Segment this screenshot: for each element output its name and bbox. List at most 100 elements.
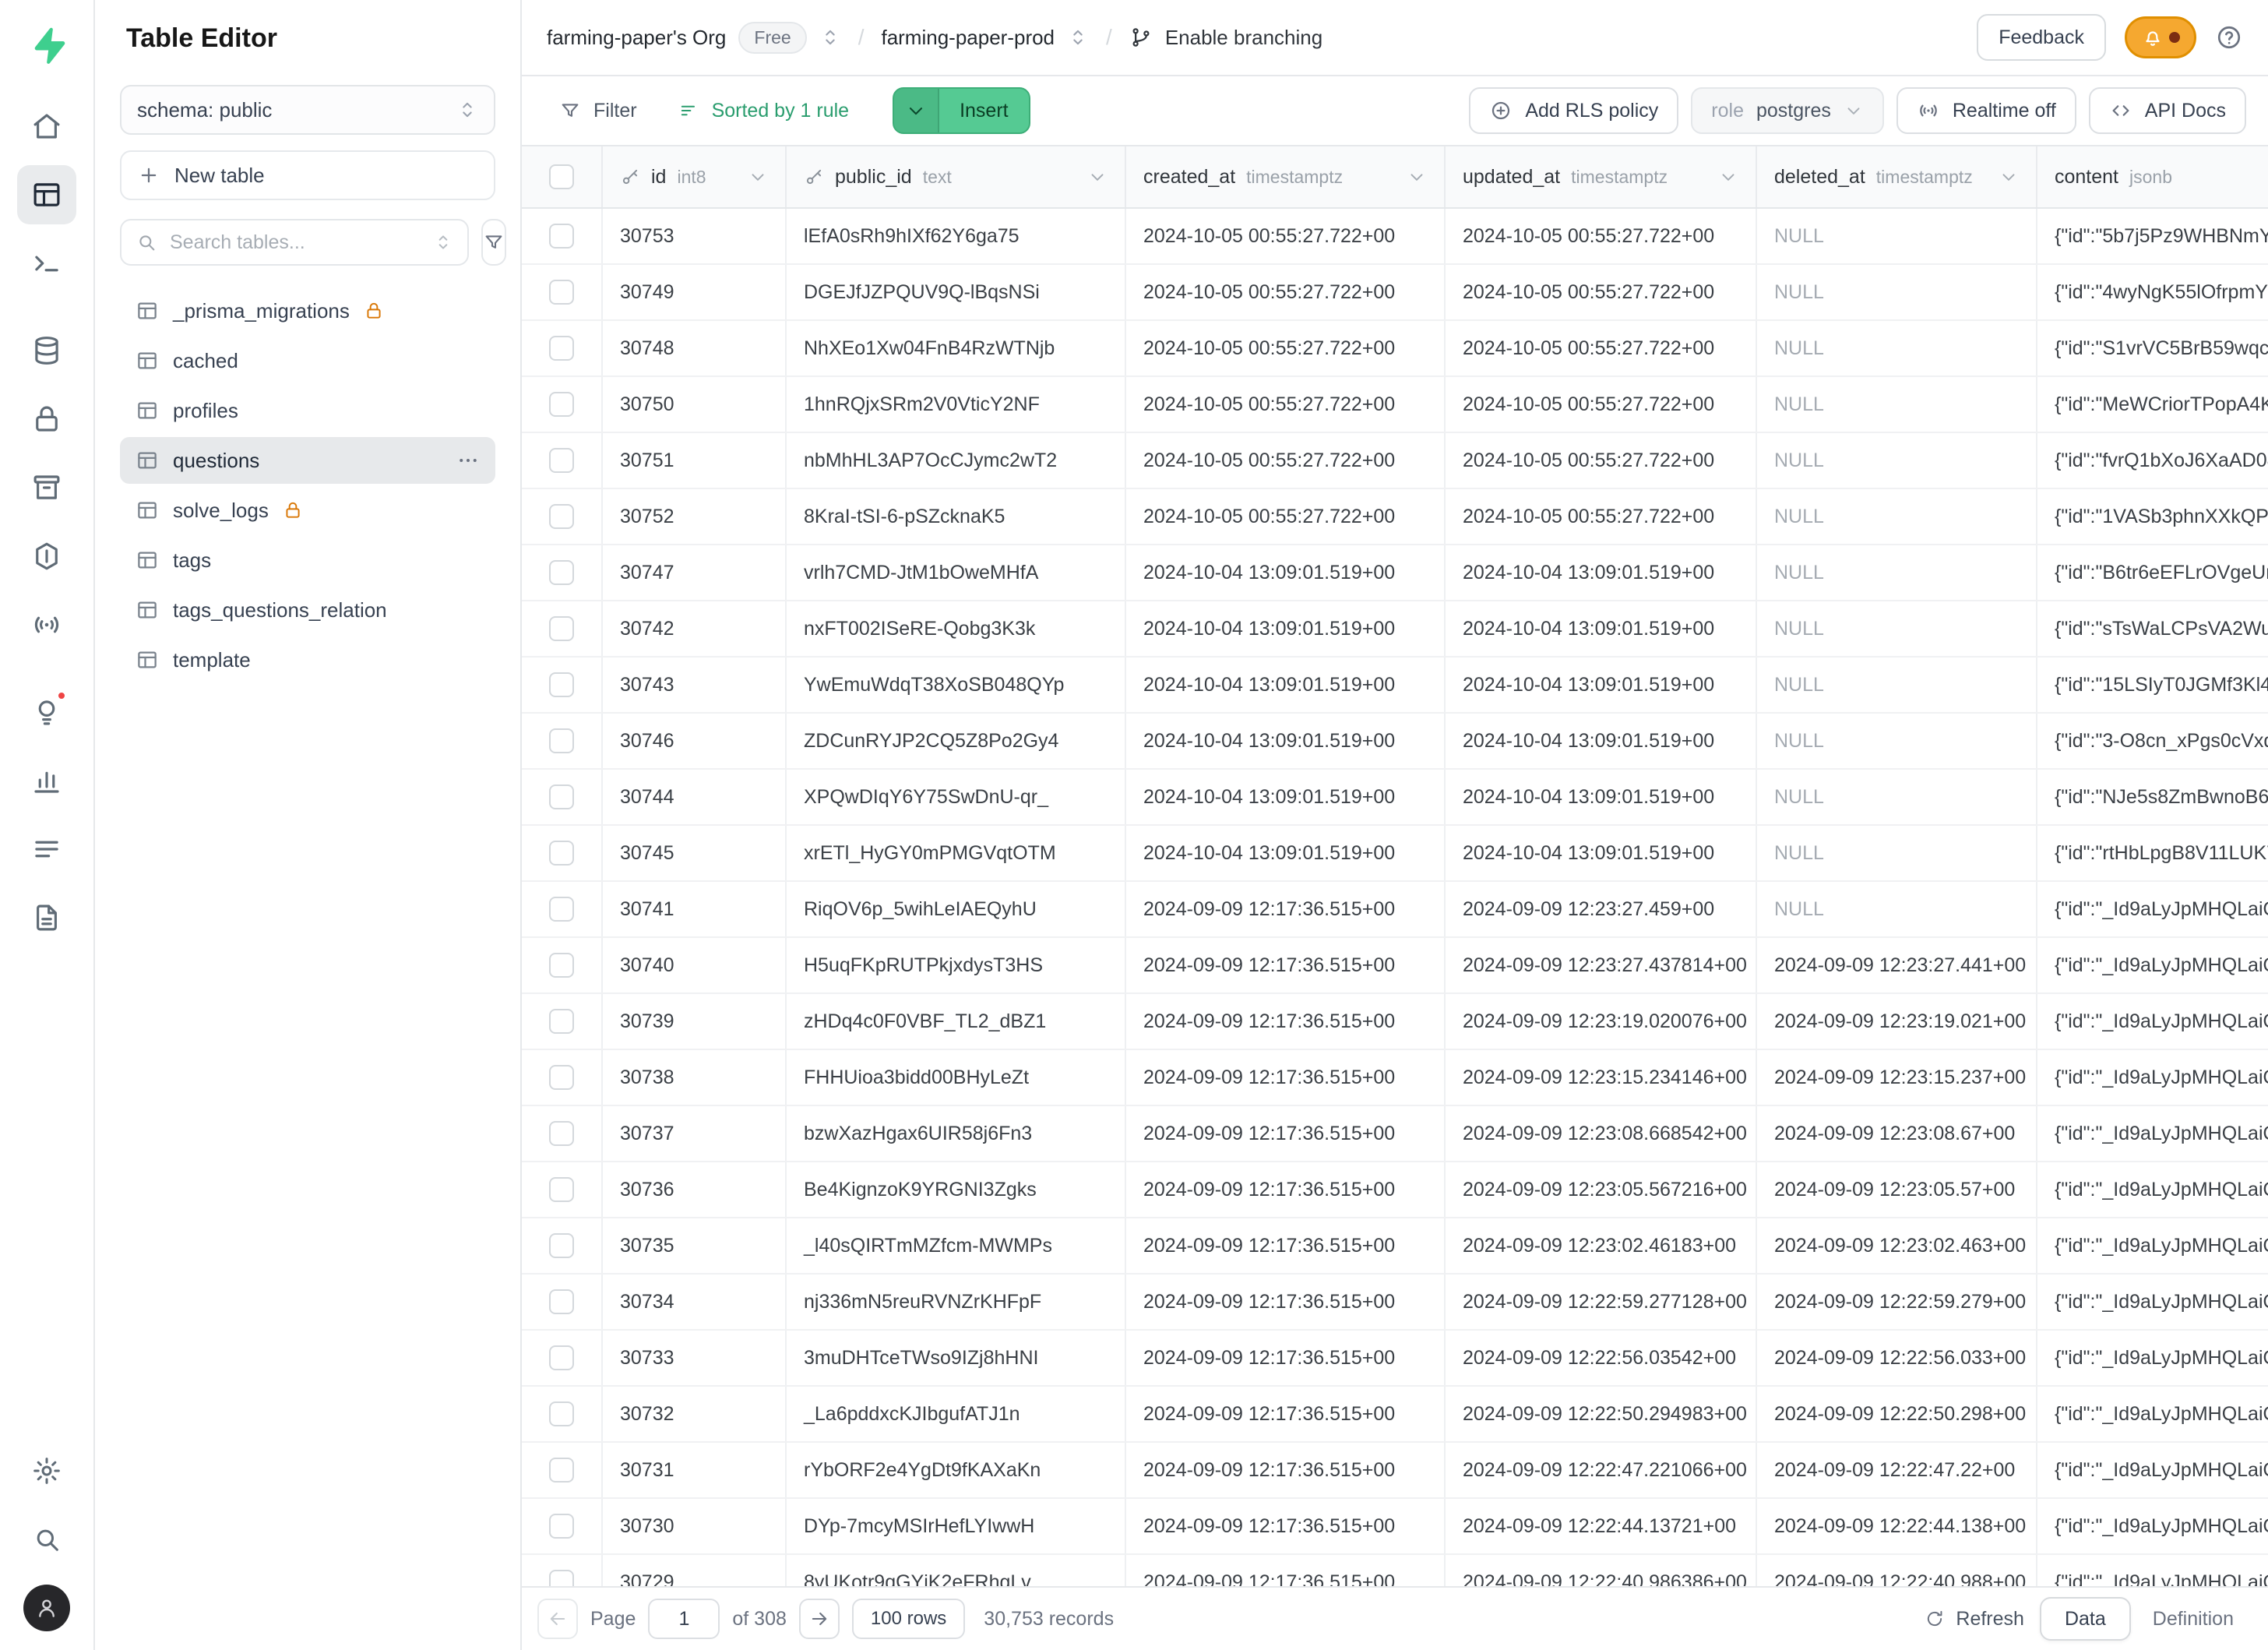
- cell-content[interactable]: {"id":"5b7j5Pz9WHBNmY_A: [2037, 209, 2268, 263]
- cell-created-at[interactable]: 2024-09-09 12:17:36.515+00: [1126, 1275, 1446, 1329]
- cell-updated-at[interactable]: 2024-09-09 12:23:27.437814+00: [1446, 938, 1757, 992]
- cell-content[interactable]: {"id":"15LSIyT0JGMf3Kl4Vn: [2037, 658, 2268, 712]
- cell-public-id[interactable]: DGEJfJZPQUV9Q-lBqsNSi: [787, 265, 1126, 319]
- cell-public-id[interactable]: _l40sQIRTmMZfcm-MWMPs: [787, 1218, 1126, 1273]
- row-checkbox[interactable]: [549, 1009, 574, 1034]
- cell-updated-at[interactable]: 2024-10-04 13:09:01.519+00: [1446, 714, 1757, 768]
- cell-id[interactable]: 30735: [603, 1218, 787, 1273]
- tab-data[interactable]: Data: [2040, 1597, 2131, 1641]
- cell-updated-at[interactable]: 2024-10-05 00:55:27.722+00: [1446, 265, 1757, 319]
- cell-updated-at[interactable]: 2024-09-09 12:23:19.020076+00: [1446, 994, 1757, 1049]
- cell-updated-at[interactable]: 2024-09-09 12:23:08.668542+00: [1446, 1106, 1757, 1161]
- cell-id[interactable]: 30752: [603, 489, 787, 544]
- row-checkbox[interactable]: [549, 616, 574, 641]
- row-checkbox[interactable]: [549, 224, 574, 249]
- page-input[interactable]: [648, 1599, 720, 1639]
- cell-deleted-at[interactable]: 2024-09-09 12:23:15.237+00: [1757, 1050, 2037, 1105]
- cell-deleted-at[interactable]: 2024-09-09 12:23:19.021+00: [1757, 994, 2037, 1049]
- row-checkbox[interactable]: [549, 1345, 574, 1370]
- breadcrumb-org[interactable]: farming-paper's Org Free: [547, 22, 841, 54]
- row-checkbox[interactable]: [549, 560, 574, 585]
- insert-button[interactable]: Insert: [893, 87, 1030, 134]
- role-selector[interactable]: role postgres: [1691, 87, 1884, 134]
- cell-updated-at[interactable]: 2024-09-09 12:22:50.294983+00: [1446, 1387, 1757, 1441]
- cell-id[interactable]: 30738: [603, 1050, 787, 1105]
- row-checkbox[interactable]: [549, 953, 574, 978]
- cell-content[interactable]: {"id":"_Id9aLyJpMHQLaiQC: [2037, 994, 2268, 1049]
- cell-updated-at[interactable]: 2024-09-09 12:22:44.13721+00: [1446, 1499, 1757, 1553]
- cell-created-at[interactable]: 2024-10-05 00:55:27.722+00: [1126, 265, 1446, 319]
- cell-content[interactable]: {"id":"rtHbLpgB8V11LUK7152: [2037, 826, 2268, 880]
- column-header-deleted-at[interactable]: deleted_at timestamptz: [1757, 146, 2037, 207]
- row-checkbox[interactable]: [549, 1570, 574, 1586]
- column-header-id[interactable]: id int8: [603, 146, 787, 207]
- cell-public-id[interactable]: nxFT002ISeRE-Qobg3K3k: [787, 601, 1126, 656]
- cell-public-id[interactable]: YwEmuWdqT38XoSB048QYp: [787, 658, 1126, 712]
- cell-content[interactable]: {"id":"fvrQ1bXoJ6XaAD08G: [2037, 433, 2268, 488]
- cell-id[interactable]: 30739: [603, 994, 787, 1049]
- nav-api-docs-icon[interactable]: [17, 888, 76, 947]
- column-header-content[interactable]: content jsonb: [2037, 146, 2268, 207]
- sidebar-table-item[interactable]: tags: [120, 537, 495, 583]
- global-search-icon[interactable]: [17, 1510, 76, 1569]
- sidebar-table-item[interactable]: tags_questions_relation: [120, 587, 495, 633]
- cell-deleted-at[interactable]: 2024-09-09 12:23:05.57+00: [1757, 1162, 2037, 1217]
- cell-public-id[interactable]: NhXEo1Xw04FnB4RzWTNjb: [787, 321, 1126, 375]
- cell-updated-at[interactable]: 2024-10-04 13:09:01.519+00: [1446, 601, 1757, 656]
- cell-created-at[interactable]: 2024-09-09 12:17:36.515+00: [1126, 1050, 1446, 1105]
- cell-created-at[interactable]: 2024-10-05 00:55:27.722+00: [1126, 377, 1446, 432]
- cell-id[interactable]: 30750: [603, 377, 787, 432]
- cell-id[interactable]: 30745: [603, 826, 787, 880]
- cell-deleted-at[interactable]: 2024-09-09 12:23:08.67+00: [1757, 1106, 2037, 1161]
- cell-created-at[interactable]: 2024-10-05 00:55:27.722+00: [1126, 433, 1446, 488]
- cell-created-at[interactable]: 2024-09-09 12:17:36.515+00: [1126, 1499, 1446, 1553]
- cell-updated-at[interactable]: 2024-10-04 13:09:01.519+00: [1446, 770, 1757, 824]
- cell-deleted-at[interactable]: NULL: [1757, 321, 2037, 375]
- cell-id[interactable]: 30737: [603, 1106, 787, 1161]
- search-tables-input[interactable]: [170, 231, 421, 254]
- cell-content[interactable]: {"id":"_Id9aLyJpMHQLaiQC: [2037, 1443, 2268, 1497]
- chevrons-up-down-icon[interactable]: [1067, 26, 1089, 48]
- cell-created-at[interactable]: 2024-09-09 12:17:36.515+00: [1126, 994, 1446, 1049]
- realtime-toggle-button[interactable]: Realtime off: [1896, 87, 2076, 134]
- add-rls-policy-button[interactable]: Add RLS policy: [1469, 87, 1678, 134]
- cell-content[interactable]: {"id":"S1vrVC5BrB59wqcM4: [2037, 321, 2268, 375]
- cell-content[interactable]: {"id":"NJe5s8ZmBwnoB6e3: [2037, 770, 2268, 824]
- cell-created-at[interactable]: 2024-10-04 13:09:01.519+00: [1126, 601, 1446, 656]
- sidebar-table-item[interactable]: _prisma_migrations: [120, 287, 495, 334]
- cell-deleted-at[interactable]: 2024-09-09 12:23:02.463+00: [1757, 1218, 2037, 1273]
- cell-content[interactable]: {"id":"_Id9aLyJpMHQLaiQC: [2037, 1106, 2268, 1161]
- row-checkbox[interactable]: [549, 1289, 574, 1314]
- sidebar-table-item[interactable]: profiles: [120, 387, 495, 434]
- cell-id[interactable]: 30731: [603, 1443, 787, 1497]
- cell-public-id[interactable]: DYp-7mcyMSIrHefLYIwwH: [787, 1499, 1126, 1553]
- cell-id[interactable]: 30751: [603, 433, 787, 488]
- cell-updated-at[interactable]: 2024-10-05 00:55:27.722+00: [1446, 377, 1757, 432]
- cell-created-at[interactable]: 2024-10-04 13:09:01.519+00: [1126, 545, 1446, 600]
- select-all-checkbox[interactable]: [549, 164, 574, 189]
- chevron-down-icon[interactable]: [1087, 167, 1108, 187]
- row-checkbox[interactable]: [549, 841, 574, 866]
- feedback-button[interactable]: Feedback: [1977, 14, 2106, 61]
- cell-created-at[interactable]: 2024-10-05 00:55:27.722+00: [1126, 489, 1446, 544]
- cell-deleted-at[interactable]: NULL: [1757, 714, 2037, 768]
- column-header-public-id[interactable]: public_id text: [787, 146, 1126, 207]
- cell-public-id[interactable]: rYbORF2e4YgDt9fKAXaKn: [787, 1443, 1126, 1497]
- cell-id[interactable]: 30734: [603, 1275, 787, 1329]
- sidebar-table-item[interactable]: questions: [120, 437, 495, 484]
- cell-deleted-at[interactable]: 2024-09-09 12:22:50.298+00: [1757, 1387, 2037, 1441]
- cell-public-id[interactable]: vrlh7CMD-JtM1bOweMHfA: [787, 545, 1126, 600]
- cell-created-at[interactable]: 2024-09-09 12:17:36.515+00: [1126, 1387, 1446, 1441]
- cell-deleted-at[interactable]: NULL: [1757, 433, 2037, 488]
- nav-realtime-icon[interactable]: [17, 595, 76, 654]
- cell-updated-at[interactable]: 2024-10-04 13:09:01.519+00: [1446, 826, 1757, 880]
- cell-deleted-at[interactable]: 2024-09-09 12:22:59.279+00: [1757, 1275, 2037, 1329]
- help-button[interactable]: [2215, 23, 2243, 51]
- cell-content[interactable]: {"id":"_Id9aLyJpMHQLaiQC: [2037, 1387, 2268, 1441]
- cell-updated-at[interactable]: 2024-09-09 12:23:15.234146+00: [1446, 1050, 1757, 1105]
- user-avatar[interactable]: [23, 1585, 70, 1631]
- cell-deleted-at[interactable]: 2024-09-09 12:22:47.22+00: [1757, 1443, 2037, 1497]
- cell-created-at[interactable]: 2024-09-09 12:17:36.515+00: [1126, 882, 1446, 936]
- cell-public-id[interactable]: nbMhHL3AP7OcCJymc2wT2: [787, 433, 1126, 488]
- cell-id[interactable]: 30732: [603, 1387, 787, 1441]
